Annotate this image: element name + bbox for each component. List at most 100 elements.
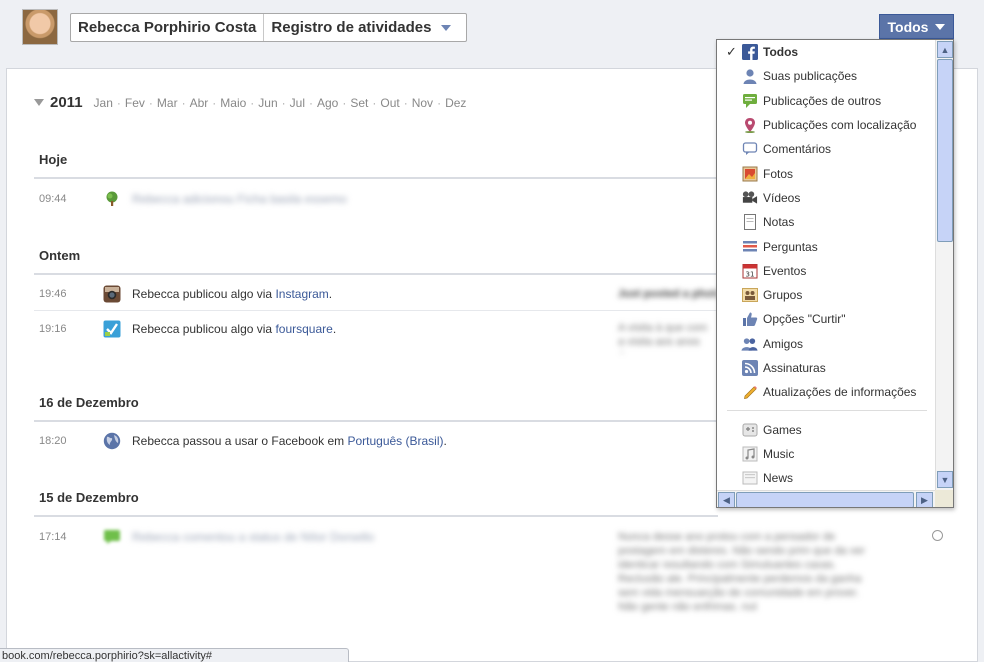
filter-option[interactable]: 31 Eventos xyxy=(717,259,935,283)
news-icon xyxy=(741,470,758,487)
blurred-preview: A visita à que com a visita aos anos 4rc… xyxy=(618,322,708,353)
activity-row[interactable]: 17:14 Rebecca comentou a status de Nítor… xyxy=(39,527,719,547)
filter-option[interactable]: Publicações de outros xyxy=(717,89,935,113)
filter-option[interactable]: Assinaturas xyxy=(717,356,935,380)
comment-icon xyxy=(103,528,121,546)
filter-option-label: Eventos xyxy=(763,263,807,278)
browser-status-bar: book.com/rebecca.porphirio?sk=allactivit… xyxy=(0,648,349,662)
breadcrumb-user-name[interactable]: Rebecca Porphirio Costa xyxy=(71,14,263,41)
breadcrumb-section[interactable]: Registro de atividades xyxy=(263,14,466,41)
month-separator: · xyxy=(342,95,347,110)
filter-option[interactable]: Publicações com localização xyxy=(717,113,935,137)
filter-option-label: Opções "Curtir" xyxy=(763,312,846,327)
filter-option[interactable]: ✓ Todos xyxy=(717,40,935,64)
filter-option-label: Assinaturas xyxy=(763,361,826,375)
filter-dropdown-button[interactable]: Todos xyxy=(879,14,954,39)
filter-option[interactable]: Amigos xyxy=(717,332,935,356)
section-title-ontem: Ontem xyxy=(39,248,81,263)
scroll-right-arrow-icon[interactable]: ▶ xyxy=(916,492,933,507)
month-separator: · xyxy=(116,95,121,110)
activity-row[interactable]: 19:46 Rebecca publicou algo via Instagra… xyxy=(39,284,719,304)
month-link[interactable]: Fev xyxy=(125,96,145,110)
filter-option[interactable]: Grupos xyxy=(717,283,935,307)
section-title-15-dezembro: 15 de Dezembro xyxy=(39,490,139,505)
horizontal-scrollbar[interactable]: ◀ ▶ xyxy=(717,490,935,507)
filter-dropdown-menu: ✓ Todos Suas publicações Publicações de out… xyxy=(716,39,954,508)
activity-row[interactable]: 09:44 Rebecca adicionou Ficha basila ess… xyxy=(39,189,719,209)
filter-option-label: Fotos xyxy=(763,166,794,181)
section-divider xyxy=(34,273,718,275)
filter-option[interactable]: Suas publicações xyxy=(717,64,935,88)
games-icon xyxy=(741,421,758,438)
filter-option[interactable]: Perguntas xyxy=(717,234,935,258)
note-icon xyxy=(741,214,758,231)
speech-green-icon xyxy=(741,92,758,109)
vertical-scrollbar[interactable]: ▲ ▼ xyxy=(935,40,953,490)
month-separator: · xyxy=(181,95,186,110)
month-link[interactable]: Nov xyxy=(412,96,433,110)
section-divider xyxy=(34,177,718,179)
row-time: 19:16 xyxy=(39,323,67,335)
month-link[interactable]: Mar xyxy=(157,96,178,110)
instagram-icon xyxy=(103,285,121,303)
row-text-suffix: . xyxy=(328,287,333,301)
month-link[interactable]: Out xyxy=(380,96,399,110)
month-link[interactable]: Set xyxy=(350,96,368,110)
row-time: 09:44 xyxy=(39,193,67,205)
scroll-left-arrow-icon[interactable]: ◀ xyxy=(718,492,735,507)
row-text-prefix: Rebecca passou a usar o Facebook em xyxy=(132,434,348,448)
month-link[interactable]: Jun xyxy=(258,96,277,110)
foursquare-icon xyxy=(103,320,121,338)
filter-option[interactable]: Vídeos xyxy=(717,186,935,210)
language-link[interactable]: Português (Brasil) xyxy=(347,434,443,448)
instagram-link[interactable]: Instagram xyxy=(275,287,328,301)
filter-option[interactable]: Atualizações de informações xyxy=(717,380,935,404)
filter-option-label: Atualizações de informações xyxy=(763,385,917,400)
scrollbar-corner xyxy=(935,490,953,507)
foursquare-link[interactable]: foursquare xyxy=(275,322,332,336)
filter-option[interactable]: Music xyxy=(717,442,935,466)
pencil-icon xyxy=(741,384,758,401)
year-label[interactable]: 2011 xyxy=(50,94,83,111)
scroll-down-arrow-icon[interactable]: ▼ xyxy=(937,471,953,488)
blurred-preview: Nunca desse ano protou com a pensador de… xyxy=(618,531,866,613)
filter-option-label: Publicações de outros xyxy=(763,93,882,108)
scroll-up-arrow-icon[interactable]: ▲ xyxy=(937,41,953,58)
collapse-triangle-icon[interactable] xyxy=(34,99,44,106)
month-link[interactable]: Ago xyxy=(317,96,338,110)
breadcrumb: Rebecca Porphirio Costa Registro de ativ… xyxy=(70,13,468,42)
year-navigation: 2011 Jan · Fev · Mar · Abr · Maio · Jun · Jul · Ago · Se… xyxy=(34,94,467,111)
section-divider xyxy=(34,420,718,422)
filter-option[interactable]: Comentários xyxy=(717,137,935,161)
filter-option[interactable]: News xyxy=(717,466,935,490)
user-avatar[interactable] xyxy=(22,9,58,45)
month-separator: · xyxy=(250,95,255,110)
filter-option-label: Music xyxy=(763,446,795,461)
month-link[interactable]: Dez xyxy=(445,96,466,110)
group-icon xyxy=(741,287,758,304)
tree-icon xyxy=(103,190,121,208)
filter-option[interactable]: Fotos xyxy=(717,161,935,185)
filter-button-label: Todos xyxy=(887,18,929,35)
filter-option-label: Amigos xyxy=(763,336,804,351)
month-link[interactable]: Abr xyxy=(190,96,209,110)
filter-option-label: Comentários xyxy=(763,142,832,157)
row-time: 17:14 xyxy=(39,531,67,543)
month-link[interactable]: Jan xyxy=(94,96,113,110)
activity-row[interactable]: 18:20 Rebecca passou a usar o Facebook e… xyxy=(39,431,719,451)
month-link[interactable]: Maio xyxy=(220,96,246,110)
breadcrumb-section-label: Registro de atividades xyxy=(271,19,432,36)
privacy-radio[interactable] xyxy=(932,530,943,541)
month-link[interactable]: Jul xyxy=(290,96,305,110)
facebook-icon xyxy=(741,44,758,61)
row-text-suffix: . xyxy=(443,434,447,448)
filter-option[interactable]: Games xyxy=(717,417,935,441)
photo-icon xyxy=(741,165,758,182)
filter-option[interactable]: Notas xyxy=(717,210,935,234)
filter-option[interactable]: Opções "Curtir" xyxy=(717,307,935,331)
scrollbar-thumb[interactable] xyxy=(736,492,914,507)
activity-row[interactable]: 19:16 Rebecca publicou algo via foursqua… xyxy=(39,319,719,339)
scrollbar-thumb[interactable] xyxy=(937,59,953,242)
menu-separator xyxy=(727,410,927,412)
section-divider xyxy=(34,515,718,517)
